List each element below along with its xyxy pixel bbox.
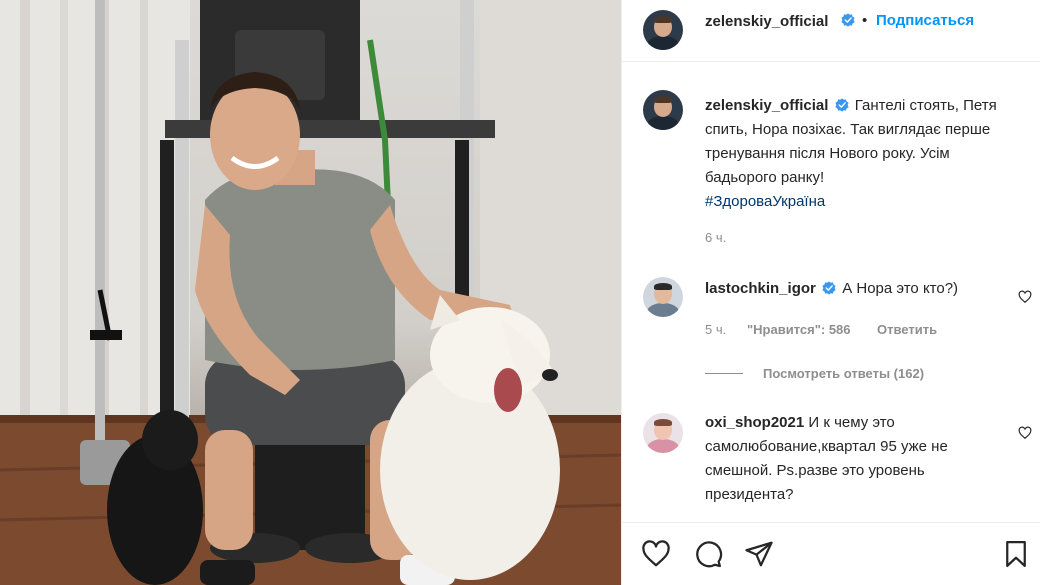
header-separator: • [862,12,868,29]
verified-badge-icon [834,98,849,112]
post-action-bar [622,522,1040,585]
caption-author-avatar[interactable] [643,90,683,130]
verified-badge-icon [822,281,836,295]
comment-1: lastochkin_igor А Нора это кто?) [705,277,1005,301]
comment-icon[interactable] [693,539,723,569]
comment-like-heart-icon[interactable] [1018,290,1032,304]
comment-username[interactable]: lastochkin_igor [705,280,816,297]
author-avatar[interactable] [643,10,683,50]
replies-divider [705,373,743,374]
comment-username[interactable]: oxi_shop2021 [705,414,804,431]
post-detail-panel: zelenskiy_official • Подписаться zelensk… [621,0,1040,585]
caption-time: 6 ч. [705,230,727,245]
comment-avatar[interactable] [643,277,683,317]
heart-icon[interactable] [641,539,671,569]
post-header: zelenskiy_official • Подписаться [622,0,1040,62]
caption-hashtag[interactable]: #ЗдороваУкраїна [705,193,825,210]
post-caption: zelenskiy_official Гантелі стоять, Петя … [705,94,1020,214]
comment-time: 5 ч. [705,322,727,337]
bookmark-icon[interactable] [1001,539,1031,569]
comment-likes[interactable]: "Нравится": 586 [747,322,851,337]
caption-username[interactable]: zelenskiy_official [705,97,828,114]
author-username[interactable]: zelenskiy_official [705,13,828,30]
post-photo[interactable] [0,0,621,585]
follow-button[interactable]: Подписаться [876,12,974,29]
comment-avatar[interactable] [643,413,683,453]
verified-badge-icon [841,13,855,27]
comment-2: oxi_shop2021 И к чему это самолюбование,… [705,411,1005,507]
share-icon[interactable] [744,539,774,569]
comment-like-heart-icon[interactable] [1018,426,1032,440]
view-replies-button[interactable]: Посмотреть ответы (162) [763,366,924,381]
photo-illustration [0,0,621,585]
comment-text: А Нора это кто?) [842,280,959,297]
reply-button[interactable]: Ответить [877,322,937,337]
